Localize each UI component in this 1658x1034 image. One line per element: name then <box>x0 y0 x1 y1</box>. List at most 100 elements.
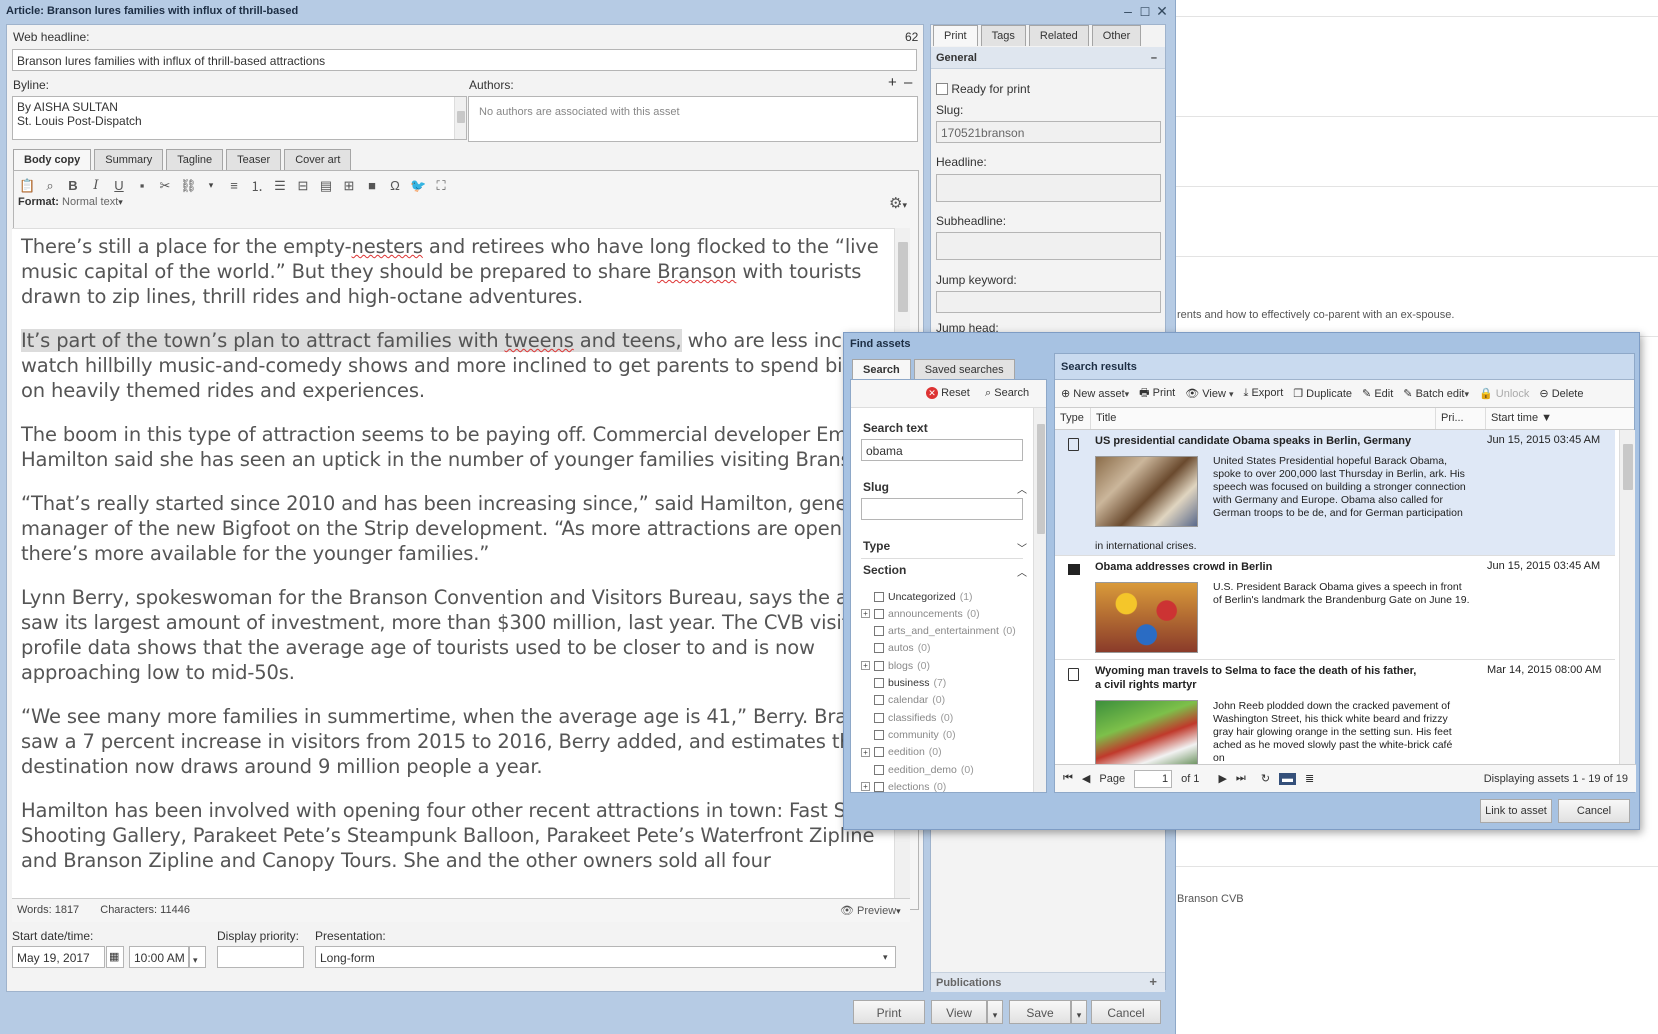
minimize-icon[interactable]: – <box>1120 3 1136 19</box>
search-text-input[interactable]: obama <box>861 439 1023 461</box>
start-date-input[interactable]: May 19, 2017 <box>12 946 105 968</box>
export-button[interactable]: ⤓ Export <box>1244 387 1284 400</box>
results-scrollbar[interactable] <box>1619 430 1635 766</box>
tab-teaser[interactable]: Teaser <box>226 149 282 170</box>
section-checkbox[interactable] <box>874 729 884 740</box>
dialog-cancel-button[interactable]: Cancel <box>1558 799 1630 823</box>
subheadline-input[interactable] <box>936 232 1161 260</box>
section-checkbox[interactable] <box>874 764 884 775</box>
section-item[interactable]: + eedition (0) <box>861 744 942 761</box>
next-page-icon[interactable]: ▶ <box>1218 772 1226 785</box>
section-item[interactable]: community (0) <box>861 726 956 743</box>
tab-body-copy[interactable]: Body copy <box>13 149 92 170</box>
first-page-icon[interactable]: ⏮ <box>1063 772 1073 785</box>
slug-filter-input[interactable] <box>861 498 1023 520</box>
duplicate-button[interactable]: ❐ Duplicate <box>1293 387 1352 400</box>
paste-icon[interactable]: 📋 <box>19 178 35 194</box>
result-title[interactable]: Obama addresses crowd in Berlin <box>1095 560 1425 574</box>
time-dropdown[interactable]: ▾ <box>189 946 206 968</box>
expand-icon[interactable]: + <box>861 747 870 757</box>
authors-list[interactable]: No authors are associated with this asse… <box>468 96 918 142</box>
section-item[interactable]: classifieds (0) <box>861 709 953 726</box>
horizontal-rule-icon[interactable]: ⊟ <box>295 178 311 194</box>
section-item[interactable]: + elections (0) <box>861 778 946 792</box>
print-results-button[interactable]: 🖶 Print <box>1139 384 1175 403</box>
section-checkbox[interactable] <box>874 643 884 654</box>
list-view-icon[interactable]: ≣ <box>1305 772 1314 785</box>
tab-saved-searches[interactable]: Saved searches <box>913 359 1015 380</box>
align-icon[interactable]: ≡ <box>226 178 242 193</box>
italic-icon[interactable]: I <box>88 178 104 193</box>
chevron-down-icon[interactable]: ▾ <box>883 949 888 963</box>
expand-icon[interactable]: + <box>861 782 870 792</box>
delete-button[interactable]: ⊖ Delete <box>1539 387 1583 400</box>
slug-input[interactable]: 170521branson <box>936 121 1161 143</box>
chevron-up-icon[interactable]: ︿ <box>1017 564 1027 579</box>
result-row[interactable]: Obama addresses crowd in Berlin Jun 15, … <box>1055 556 1615 660</box>
maximize-icon[interactable]: ☐ <box>1137 5 1153 19</box>
section-item[interactable]: + blogs (0) <box>861 657 930 674</box>
result-row[interactable]: Wyoming man travels to Selma to face the… <box>1055 660 1615 766</box>
view-dropdown[interactable]: ▾ <box>987 1000 1003 1024</box>
tab-print[interactable]: Print <box>933 25 978 46</box>
column-start-time[interactable]: Start time ▼ <box>1486 408 1616 429</box>
general-header[interactable]: General – <box>931 47 1165 69</box>
section-checkbox[interactable] <box>874 678 884 688</box>
column-priority[interactable]: Pri... <box>1436 408 1486 429</box>
expand-icon[interactable]: + <box>861 661 870 671</box>
start-time-input[interactable]: 10:00 AM <box>129 946 189 968</box>
chevron-up-icon[interactable]: ︿ <box>1017 481 1027 496</box>
view-button[interactable]: View <box>931 1000 987 1024</box>
special-char-icon[interactable]: Ω <box>387 178 403 193</box>
remove-format-icon[interactable]: ▪ <box>134 178 150 193</box>
card-view-icon[interactable]: ▬ <box>1279 772 1297 785</box>
collapse-icon[interactable]: – <box>1151 52 1157 64</box>
bullet-list-icon[interactable]: ☰ <box>272 178 288 194</box>
result-row[interactable]: US presidential candidate Obama speaks i… <box>1055 430 1615 556</box>
presentation-select[interactable]: Long-form <box>315 946 896 968</box>
search-button[interactable]: ⌕ Search <box>985 387 1029 400</box>
tab-tags[interactable]: Tags <box>980 25 1026 46</box>
batch-edit-button[interactable]: ✎ Batch edit▾ <box>1403 387 1469 400</box>
tab-search[interactable]: Search <box>852 359 911 380</box>
column-type[interactable]: Type <box>1055 408 1091 429</box>
prev-page-icon[interactable]: ◀ <box>1082 772 1090 785</box>
publications-header[interactable]: Publications + <box>931 972 1165 992</box>
print-button[interactable]: Print <box>853 1000 925 1024</box>
section-item[interactable]: business (7) <box>861 675 946 692</box>
web-headline-input[interactable]: Branson lures families with influx of th… <box>12 49 917 71</box>
ready-checkbox[interactable] <box>936 83 948 95</box>
tab-other[interactable]: Other <box>1091 25 1142 46</box>
result-title[interactable]: US presidential candidate Obama speaks i… <box>1095 434 1425 448</box>
body-editor[interactable]: There’s still a place for the empty-nest… <box>12 228 894 910</box>
section-checkbox[interactable] <box>874 660 884 671</box>
tab-related[interactable]: Related <box>1028 25 1089 46</box>
refresh-icon[interactable]: ↻ <box>1261 772 1270 785</box>
section-checkbox[interactable] <box>874 626 884 637</box>
section-checkbox[interactable] <box>874 608 884 619</box>
underline-icon[interactable]: U <box>111 178 127 193</box>
gear-icon[interactable]: ⚙▾ <box>889 194 907 212</box>
expand-icon[interactable]: + <box>861 609 870 619</box>
section-checkbox[interactable] <box>874 712 884 723</box>
preview-button[interactable]: 👁 Preview▾ <box>840 904 901 917</box>
section-item[interactable]: arts_and_entertainment (0) <box>861 623 1016 640</box>
priority-input[interactable] <box>217 946 304 968</box>
calendar-icon[interactable]: ▦ <box>106 946 124 968</box>
section-item[interactable]: eedition_demo (0) <box>861 761 974 778</box>
search-form-scrollbar[interactable] <box>1033 408 1046 792</box>
cancel-button[interactable]: Cancel <box>1091 1000 1161 1024</box>
link-icon[interactable]: ⛓ <box>180 178 197 194</box>
edit-button[interactable]: ✎ Edit <box>1362 387 1393 400</box>
video-icon[interactable]: ■ <box>364 178 380 193</box>
byline-textarea[interactable]: By AISHA SULTAN St. Louis Post-Dispatch <box>12 96 467 140</box>
page-input[interactable]: 1 <box>1134 769 1173 788</box>
section-checkbox[interactable] <box>874 695 884 706</box>
save-dropdown[interactable]: ▾ <box>1071 1000 1087 1024</box>
close-icon[interactable]: ✕ <box>1154 3 1170 20</box>
save-button[interactable]: Save <box>1009 1000 1071 1024</box>
add-author-icon[interactable]: + <box>888 74 897 91</box>
chevron-down-icon[interactable]: ▾ <box>203 180 219 191</box>
view-results-button[interactable]: 👁 View ▾ <box>1185 387 1233 400</box>
new-asset-button[interactable]: ⊕ New asset▾ <box>1061 387 1129 400</box>
